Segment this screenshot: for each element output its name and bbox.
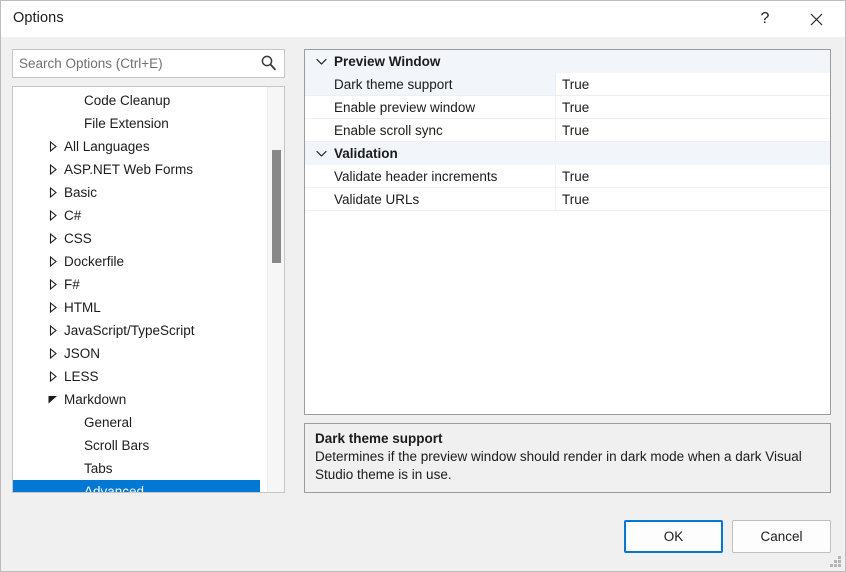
- resize-grip-dot: [838, 556, 841, 559]
- property-value[interactable]: True: [555, 96, 830, 119]
- tree-item-label: JavaScript/TypeScript: [64, 323, 195, 338]
- ok-button[interactable]: OK: [624, 520, 723, 553]
- tree-item-dockerfile[interactable]: Dockerfile: [13, 250, 260, 273]
- tree-item-file-extension[interactable]: File Extension: [13, 112, 260, 135]
- tree-item-general[interactable]: General: [13, 411, 260, 434]
- tree-item-label: JSON: [64, 346, 101, 361]
- tree-item-json[interactable]: JSON: [13, 342, 260, 365]
- tree-item-label: Scroll Bars: [84, 438, 150, 453]
- tree-item-label: All Languages: [64, 139, 150, 154]
- chevron-down-icon[interactable]: [314, 142, 328, 165]
- tree-item-c[interactable]: C#: [13, 204, 260, 227]
- tree-expander-collapsed-icon[interactable]: [45, 273, 61, 296]
- grid-category-preview-window[interactable]: Preview Window: [305, 50, 830, 73]
- tree-item-code-cleanup[interactable]: Code Cleanup: [13, 89, 260, 112]
- close-button[interactable]: [793, 1, 839, 37]
- grid-row[interactable]: Dark theme support True: [305, 73, 830, 96]
- tree-item-label: File Extension: [84, 116, 169, 131]
- title-bar: Options ?: [1, 1, 845, 37]
- tree-item-label: Tabs: [84, 461, 113, 476]
- help-button[interactable]: ?: [742, 1, 788, 37]
- grid-category-validation[interactable]: Validation: [305, 142, 830, 165]
- tree-item-basic[interactable]: Basic: [13, 181, 260, 204]
- tree-item-label: Basic: [64, 185, 98, 200]
- tree-expander-collapsed-icon[interactable]: [45, 181, 61, 204]
- tree-item-label: Dockerfile: [64, 254, 125, 269]
- property-value[interactable]: True: [555, 119, 830, 142]
- description-text: Determines if the preview window should …: [315, 449, 802, 482]
- chevron-down-icon[interactable]: [314, 50, 328, 73]
- grid-row[interactable]: Validate header increments True: [305, 165, 830, 188]
- cancel-button[interactable]: Cancel: [732, 520, 831, 553]
- tree-item-all-languages[interactable]: All Languages: [13, 135, 260, 158]
- search-box[interactable]: [12, 49, 285, 78]
- options-tree: Code Cleanup File Extension All Languages A…: [13, 89, 260, 493]
- tree-expander-collapsed-icon[interactable]: [45, 342, 61, 365]
- window-title: Options: [13, 10, 64, 26]
- tree-expander-collapsed-icon[interactable]: [45, 319, 61, 342]
- resize-grip-dot: [838, 564, 841, 567]
- tree-expander-collapsed-icon[interactable]: [45, 204, 61, 227]
- tree-item-advanced[interactable]: Advanced: [13, 480, 260, 493]
- grid-category-label: Validation: [334, 146, 398, 161]
- property-value[interactable]: True: [555, 188, 830, 211]
- tree-item-css[interactable]: CSS: [13, 227, 260, 250]
- property-name: Validate header increments: [305, 165, 555, 188]
- search-icon[interactable]: [258, 53, 279, 74]
- tree-item-html[interactable]: HTML: [13, 296, 260, 319]
- tree-expander-collapsed-icon[interactable]: [45, 365, 61, 388]
- tree-item-markdown[interactable]: Markdown: [13, 388, 260, 411]
- grid-row[interactable]: Validate URLs True: [305, 188, 830, 211]
- resize-grip-dot: [834, 564, 837, 567]
- tree-item-javascript-typescript[interactable]: JavaScript/TypeScript: [13, 319, 260, 342]
- tree-item-label: Advanced: [84, 484, 145, 493]
- tree-item-label: HTML: [64, 300, 101, 315]
- close-icon: [810, 13, 823, 26]
- property-value[interactable]: True: [555, 73, 830, 96]
- tree-item-label: F#: [64, 277, 80, 292]
- tree-item-tabs[interactable]: Tabs: [13, 457, 260, 480]
- options-dialog: Options ? Code Cleanup File Extension All …: [0, 0, 846, 572]
- tree-expander-collapsed-icon[interactable]: [45, 227, 61, 250]
- description-title: Dark theme support: [315, 431, 443, 446]
- tree-item-less[interactable]: LESS: [13, 365, 260, 388]
- question-mark-icon: ?: [760, 10, 770, 27]
- tree-item-label: C#: [64, 208, 82, 223]
- resize-grip[interactable]: [829, 555, 842, 568]
- search-input[interactable]: [13, 50, 253, 77]
- tree-expander-collapsed-icon[interactable]: [45, 158, 61, 181]
- tree-item-label: ASP.NET Web Forms: [64, 162, 194, 177]
- resize-grip-dot: [830, 564, 833, 567]
- tree-item-scroll-bars[interactable]: Scroll Bars: [13, 434, 260, 457]
- property-value[interactable]: True: [555, 165, 830, 188]
- property-name: Enable scroll sync: [305, 119, 555, 142]
- property-name: Dark theme support: [305, 73, 555, 96]
- tree-expander-collapsed-icon[interactable]: [45, 135, 61, 158]
- tree-scrollbar-thumb[interactable]: [272, 150, 281, 263]
- description-pane: Dark theme support Determines if the pre…: [304, 423, 831, 493]
- tree-scrollbar[interactable]: [267, 87, 284, 492]
- property-name: Validate URLs: [305, 188, 555, 211]
- property-name: Enable preview window: [305, 96, 555, 119]
- tree-item-label: Code Cleanup: [84, 93, 171, 108]
- grid-category-label: Preview Window: [334, 54, 441, 69]
- resize-grip-dot: [838, 560, 841, 563]
- tree-item-label: CSS: [64, 231, 92, 246]
- tree-item-label: Markdown: [64, 392, 127, 407]
- tree-expander-expanded-icon[interactable]: [45, 388, 61, 411]
- tree-expander-collapsed-icon[interactable]: [45, 296, 61, 319]
- tree-item-label: LESS: [64, 369, 99, 384]
- property-grid: Preview Window Dark theme support True Enab…: [304, 49, 831, 415]
- tree-expander-collapsed-icon[interactable]: [45, 250, 61, 273]
- grid-row[interactable]: Enable preview window True: [305, 96, 830, 119]
- grid-row[interactable]: Enable scroll sync True: [305, 119, 830, 142]
- tree-item-asp-net-web-forms[interactable]: ASP.NET Web Forms: [13, 158, 260, 181]
- options-tree-panel: Code Cleanup File Extension All Languages A…: [12, 86, 285, 493]
- tree-item-label: General: [84, 415, 133, 430]
- tree-item-f[interactable]: F#: [13, 273, 260, 296]
- resize-grip-dot: [834, 560, 837, 563]
